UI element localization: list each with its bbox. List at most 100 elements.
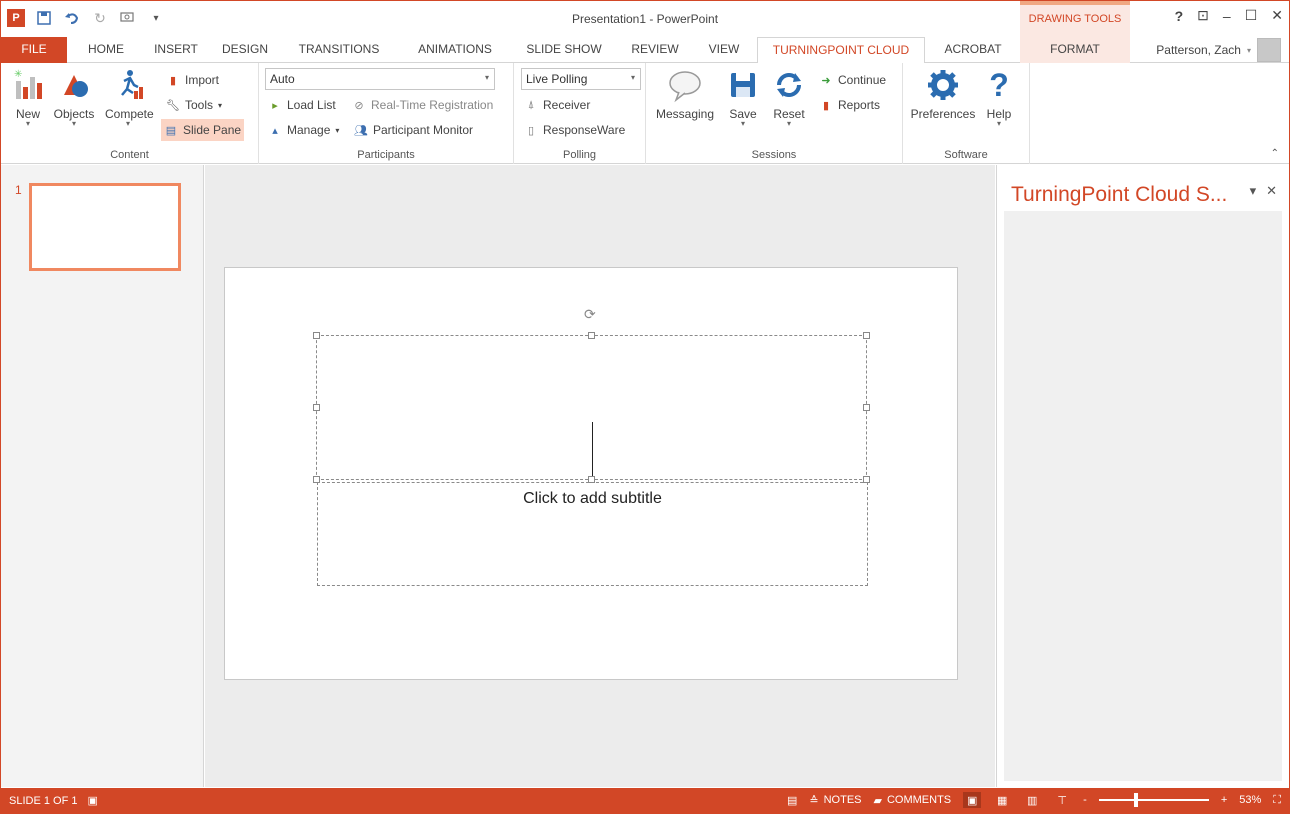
- zoom-out-button[interactable]: -: [1083, 794, 1087, 806]
- sessions-group-label: Sessions: [751, 149, 797, 161]
- reading-view-icon[interactable]: ▥: [1023, 792, 1041, 808]
- compete-button[interactable]: Compete ▾: [105, 67, 154, 128]
- avatar: [1257, 38, 1281, 62]
- task-pane-close-icon[interactable]: ✕: [1266, 183, 1277, 199]
- continue-button[interactable]: ➜ Continue: [816, 69, 889, 91]
- zoom-slider-thumb[interactable]: [1133, 793, 1138, 807]
- gear-icon: [925, 67, 961, 103]
- polling-mode-dropdown[interactable]: Live Polling ▾: [521, 68, 641, 90]
- polling-group: Live Polling ▾ ⍋ Receiver ▯ ResponseWare…: [514, 63, 646, 164]
- reports-button[interactable]: ▮ Reports: [816, 94, 883, 116]
- tab-file[interactable]: FILE: [1, 37, 67, 63]
- resize-handle[interactable]: [313, 404, 320, 411]
- notes-icon: ≙: [809, 794, 819, 807]
- polling-group-label: Polling: [562, 149, 597, 161]
- zoom-in-button[interactable]: +: [1221, 794, 1227, 806]
- participants-group: Auto ▾ ▸ Load List ⊘ Real-Time Registrat…: [259, 63, 514, 164]
- save-session-button[interactable]: Save ▾: [722, 67, 764, 128]
- receiver-icon: ⍋: [527, 98, 535, 111]
- comment-icon: ▰: [873, 794, 882, 807]
- tab-animations[interactable]: ANIMATIONS: [405, 37, 505, 63]
- task-pane-menu-icon[interactable]: ▾: [1250, 183, 1257, 199]
- participant-monitor-button[interactable]: 👥︎ Participant Monitor: [351, 119, 476, 141]
- tab-review[interactable]: REVIEW: [625, 37, 685, 63]
- ribbon: ✳ New ▾ Objects ▾ Compete ▾ ▮ Import 🔧︎ …: [1, 63, 1289, 164]
- restore-button[interactable]: ☐: [1245, 7, 1258, 24]
- slide-editor: ⟳ Click to add subtitle: [205, 165, 995, 787]
- content-group: ✳ New ▾ Objects ▾ Compete ▾ ▮ Import 🔧︎ …: [1, 63, 259, 164]
- responseware-button[interactable]: ▯ ResponseWare: [521, 119, 628, 141]
- fit-to-window-icon[interactable]: ⛶: [1273, 794, 1281, 807]
- receiver-button[interactable]: ⍋ Receiver: [521, 94, 593, 116]
- zoom-slider[interactable]: [1098, 793, 1209, 807]
- resize-handle[interactable]: [588, 332, 595, 339]
- drawing-tools-context: DRAWING TOOLS: [1020, 1, 1130, 37]
- status-left: SLIDE 1 OF 1 ▣: [9, 794, 98, 808]
- content-group-label: Content: [110, 149, 149, 161]
- tab-slide-show[interactable]: SLIDE SHOW: [519, 37, 609, 63]
- slide-canvas[interactable]: ⟳ Click to add subtitle: [224, 267, 958, 680]
- resize-handle[interactable]: [863, 332, 870, 339]
- tab-turningpoint-cloud[interactable]: TURNINGPOINT CLOUD: [757, 37, 925, 64]
- reports-label: Reports: [838, 98, 881, 112]
- preferences-button[interactable]: Preferences: [907, 67, 979, 121]
- tab-format[interactable]: FORMAT: [1020, 37, 1130, 63]
- slide-thumbnail[interactable]: [29, 183, 181, 271]
- comments-button[interactable]: ▰ COMMENTS: [874, 794, 952, 807]
- subtitle-placeholder[interactable]: Click to add subtitle: [317, 482, 868, 586]
- load-list-button[interactable]: ▸ Load List: [265, 94, 339, 116]
- slide-pane-label: Slide Pane: [183, 123, 242, 137]
- slide-pane-button[interactable]: ▤ Slide Pane: [161, 119, 245, 141]
- notes-button[interactable]: ≙ NOTES: [809, 794, 861, 807]
- new-button[interactable]: ✳ New ▾: [5, 67, 51, 128]
- tab-home[interactable]: HOME: [81, 37, 131, 63]
- slide-count-status: SLIDE 1 OF 1: [9, 794, 78, 807]
- help-icon[interactable]: ?: [1175, 8, 1184, 24]
- tab-view[interactable]: VIEW: [699, 37, 749, 63]
- spell-check-icon[interactable]: ▣: [87, 794, 97, 807]
- participant-list-dropdown[interactable]: Auto ▾: [265, 68, 495, 90]
- software-group: Preferences ? Help ▾ Software: [903, 63, 1030, 164]
- collapse-ribbon-icon[interactable]: ⌃: [1271, 148, 1279, 159]
- reset-button[interactable]: Reset ▾: [766, 67, 812, 128]
- slide-sorter-icon[interactable]: ▦: [993, 792, 1011, 808]
- normal-view-icon[interactable]: ▣: [963, 792, 982, 808]
- close-button[interactable]: ✕: [1271, 7, 1283, 24]
- task-pane-body: [1004, 211, 1282, 781]
- objects-button[interactable]: Objects ▾: [51, 67, 97, 128]
- realtime-registration-label: Real-Time Registration: [371, 98, 494, 112]
- new-question-icon: ✳: [10, 67, 46, 103]
- ribbon-display-options-icon[interactable]: ⊡: [1197, 7, 1209, 24]
- continue-label: Continue: [838, 73, 887, 87]
- chevron-down-icon: ▾: [335, 125, 340, 135]
- reset-icon: [771, 67, 807, 103]
- people-icon: 👥︎: [354, 124, 368, 137]
- title-placeholder[interactable]: [316, 335, 867, 480]
- resize-handle[interactable]: [863, 404, 870, 411]
- tools-label: Tools: [185, 98, 214, 112]
- rotate-handle-icon[interactable]: ⟳: [584, 306, 596, 323]
- tab-insert[interactable]: INSERT: [147, 37, 205, 63]
- tab-acrobat[interactable]: ACROBAT: [935, 37, 1011, 63]
- slide-show-icon[interactable]: ⊤: [1053, 792, 1071, 808]
- chevron-down-icon: ▾: [218, 100, 223, 110]
- tools-button[interactable]: 🔧︎ Tools ▾: [163, 94, 225, 116]
- subtitle-placeholder-text: Click to add subtitle: [523, 490, 662, 507]
- zoom-level[interactable]: 53%: [1239, 794, 1261, 806]
- import-button[interactable]: ▮ Import: [163, 69, 222, 91]
- manage-button[interactable]: ▴ Manage ▾: [265, 119, 342, 141]
- check-circle-icon: ⊘: [354, 99, 364, 112]
- user-account[interactable]: Patterson, Zach ▾: [1156, 37, 1281, 63]
- messaging-button[interactable]: Messaging: [650, 67, 720, 121]
- tab-design[interactable]: DESIGN: [217, 37, 273, 63]
- text-cursor: [592, 422, 593, 478]
- accessibility-icon[interactable]: ▤: [787, 794, 797, 807]
- minimize-button[interactable]: –: [1223, 8, 1231, 24]
- help-button[interactable]: ? Help ▾: [981, 67, 1017, 128]
- ribbon-tabs: FILE HOME INSERT DESIGN TRANSITIONS ANIM…: [1, 37, 1289, 64]
- objects-icon: [56, 67, 92, 103]
- realtime-registration-button[interactable]: ⊘ Real-Time Registration: [349, 94, 496, 116]
- chevron-down-icon: ▾: [484, 73, 489, 82]
- resize-handle[interactable]: [313, 332, 320, 339]
- tab-transitions[interactable]: TRANSITIONS: [287, 37, 391, 63]
